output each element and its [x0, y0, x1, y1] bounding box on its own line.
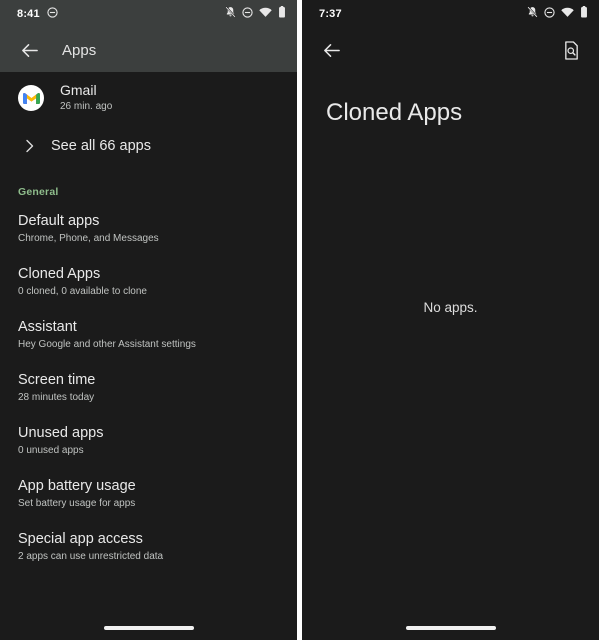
document-search-icon[interactable] — [557, 36, 585, 64]
right-phone-screen: 7:37 Cloned Apps No apps. — [302, 0, 599, 640]
status-bar-left: 8:41 — [0, 0, 297, 28]
pref-title: App battery usage — [18, 478, 136, 494]
back-button[interactable] — [14, 35, 44, 65]
chevron-right-icon — [18, 139, 40, 153]
pref-title: Cloned Apps — [18, 266, 101, 282]
left-phone-screen: 8:41 Apps Gmail 26 min. ago See all 66 a… — [0, 0, 297, 640]
cloned-apps-title: Cloned Apps — [326, 99, 463, 126]
status-time: 8:41 — [17, 8, 40, 20]
wifi-icon — [561, 5, 574, 23]
dual-screenshot-container: 8:41 Apps Gmail 26 min. ago See all 66 a… — [0, 0, 599, 640]
recent-app-text: Gmail 26 min. ago — [60, 82, 112, 114]
section-header-general: General — [18, 186, 59, 198]
recent-app-subtitle: 26 min. ago — [60, 101, 113, 112]
pref-subtitle: 2 apps can use unrestricted data — [18, 551, 164, 562]
pref-unused-apps[interactable]: Unused apps 0 unused apps — [0, 414, 297, 467]
home-indicator[interactable] — [405, 626, 496, 630]
do-not-disturb-icon — [544, 5, 555, 23]
dnd-circle-icon — [47, 5, 58, 23]
pref-default-apps[interactable]: Default apps Chrome, Phone, and Messages — [0, 202, 297, 255]
battery-icon — [580, 5, 588, 23]
status-bar-right-cluster — [527, 5, 588, 23]
gmail-icon — [18, 85, 44, 111]
notifications-off-icon — [225, 5, 236, 23]
pref-subtitle: Chrome, Phone, and Messages — [18, 233, 159, 244]
status-bar-left-cluster: 7:37 — [319, 8, 342, 20]
status-bar-right: 7:37 — [302, 0, 599, 28]
empty-state-message: No apps. — [423, 300, 478, 315]
home-indicator[interactable] — [103, 626, 194, 630]
see-all-apps-row[interactable]: See all 66 apps — [0, 128, 297, 164]
recent-app-row-gmail[interactable]: Gmail 26 min. ago — [0, 72, 297, 122]
pref-title: Unused apps — [18, 425, 104, 441]
pref-title: Default apps — [18, 213, 100, 229]
pref-screen-time[interactable]: Screen time 28 minutes today — [0, 361, 297, 414]
pref-subtitle: 0 cloned, 0 available to clone — [18, 286, 147, 297]
battery-icon — [278, 5, 286, 23]
page-title: Apps — [62, 41, 97, 59]
status-time: 7:37 — [319, 8, 342, 20]
toolbar-left: Apps — [0, 28, 297, 72]
pref-subtitle: Set battery usage for apps — [18, 498, 136, 509]
pref-subtitle: 0 unused apps — [18, 445, 84, 456]
status-bar-right-cluster — [225, 5, 286, 23]
pref-subtitle: 28 minutes today — [18, 392, 95, 403]
pref-cloned-apps[interactable]: Cloned Apps 0 cloned, 0 available to clo… — [0, 255, 297, 308]
status-bar-left-cluster: 8:41 — [17, 5, 58, 23]
see-all-apps-label: See all 66 apps — [51, 138, 151, 154]
do-not-disturb-icon — [242, 5, 253, 23]
back-button[interactable] — [316, 35, 346, 65]
pref-title: Screen time — [18, 372, 96, 388]
pref-title: Assistant — [18, 319, 77, 335]
pref-title: Special app access — [18, 531, 143, 547]
pref-app-battery-usage[interactable]: App battery usage Set battery usage for … — [0, 467, 297, 520]
wifi-icon — [259, 5, 272, 23]
recent-app-name: Gmail — [60, 82, 97, 98]
toolbar-right — [302, 28, 599, 72]
apps-settings-list: Gmail 26 min. ago See all 66 apps Genera… — [0, 72, 297, 573]
pref-special-app-access[interactable]: Special app access 2 apps can use unrest… — [0, 520, 297, 573]
pref-assistant[interactable]: Assistant Hey Google and other Assistant… — [0, 308, 297, 361]
pref-subtitle: Hey Google and other Assistant settings — [18, 339, 196, 350]
notifications-off-icon — [527, 5, 538, 23]
